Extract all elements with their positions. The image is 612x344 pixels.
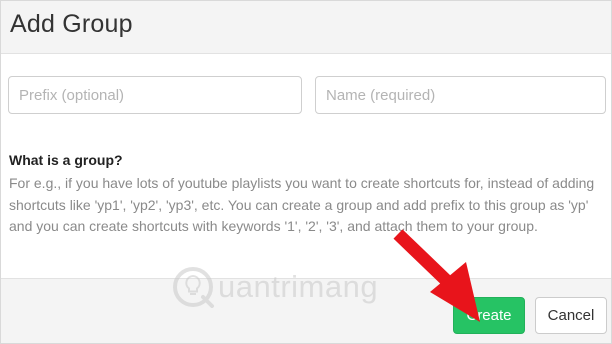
prefix-input[interactable] — [8, 76, 302, 114]
cancel-button[interactable]: Cancel — [535, 297, 607, 334]
red-arrow-icon — [393, 229, 480, 322]
lightbulb-q-icon — [173, 267, 214, 308]
name-input[interactable] — [315, 76, 606, 114]
dialog-title: Add Group — [10, 10, 133, 38]
watermark: uantrimang — [170, 262, 378, 312]
dialog-header: Add Group — [1, 1, 611, 54]
info-description: For e.g., if you have lots of youtube pl… — [9, 175, 595, 234]
watermark-text: uantrimang — [218, 269, 379, 304]
info-heading: What is a group? — [9, 152, 123, 168]
